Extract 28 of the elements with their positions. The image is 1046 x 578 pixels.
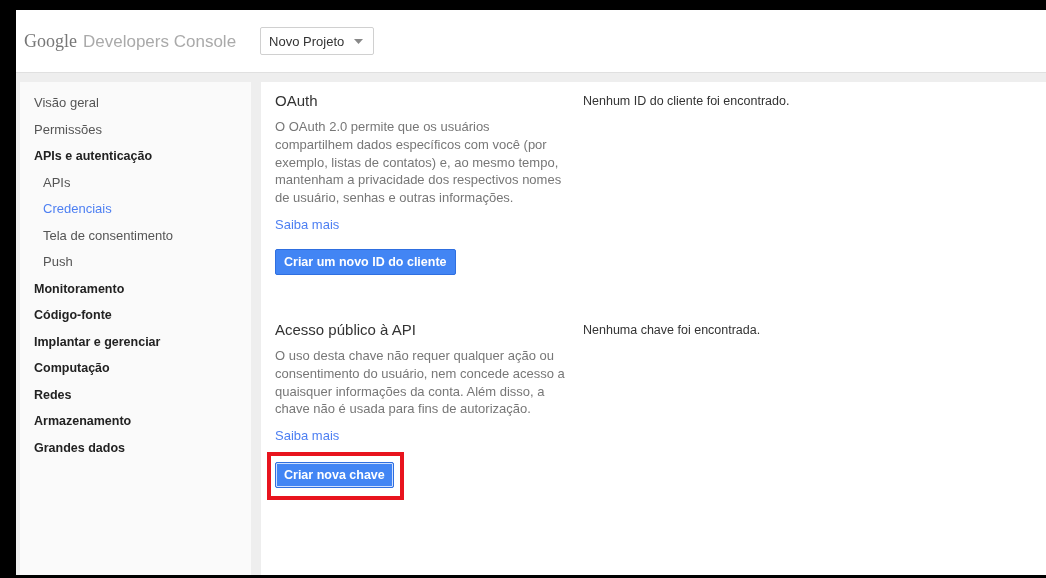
sidebar-item[interactable]: Tela de consentimento <box>34 222 251 249</box>
create-button[interactable]: Criar um novo ID do cliente <box>275 249 456 275</box>
section-description: O OAuth 2.0 permite que os usuários compartilhem dados específicos com você (por exemplo, listas de contatos) e, ao mesmo tempo, mantenham a privacidade dos respectivos nomes de usuário, senhas e outras informações. <box>275 118 563 207</box>
sidebar-item[interactable]: Visão geral <box>34 90 251 117</box>
sidebar-item[interactable]: Push <box>34 249 251 276</box>
sidebar-item[interactable]: Redes <box>34 381 251 408</box>
sidebar-item[interactable]: Implantar e gerenciar <box>34 328 251 355</box>
status-message: Nenhum ID do cliente foi encontrado. <box>583 93 790 110</box>
sidebar-item[interactable]: Credenciais <box>34 196 251 223</box>
section-title: Acesso público à API <box>275 320 417 340</box>
sidebar-item[interactable]: APIs e autenticação <box>34 143 251 170</box>
status-message: Nenhuma chave foi encontrada. <box>583 322 761 339</box>
section-description: O uso desta chave não requer qualquer ação ou consentimento do usuário, nem concede acesso a quaisquer informações da conta. Além disso, a chave não é usada para fins de autorização. <box>275 347 566 419</box>
learn-more-link[interactable]: Saiba mais <box>275 426 340 447</box>
sidebar-item[interactable]: Código-fonte <box>34 302 251 329</box>
caret-icon <box>354 38 364 44</box>
project-dropdown[interactable]: Novo Projeto <box>260 27 375 55</box>
section-title: OAuth <box>275 91 319 111</box>
sidebar-item[interactable]: Computação <box>34 355 251 382</box>
sidebar-item[interactable]: Monitoramento <box>34 275 251 302</box>
learn-more-link[interactable]: Saiba mais <box>275 215 340 235</box>
product-name: Developers Console <box>83 31 237 52</box>
create-button[interactable]: Criar nova chave <box>275 462 394 489</box>
sidebar-item[interactable]: Permissões <box>34 116 251 143</box>
sidebar-item[interactable]: Grandes dados <box>34 434 251 461</box>
logo[interactable]: Google <box>24 30 77 52</box>
sidebar-item[interactable]: Armazenamento <box>34 408 251 435</box>
sidebar-item[interactable]: APIs <box>34 169 251 196</box>
